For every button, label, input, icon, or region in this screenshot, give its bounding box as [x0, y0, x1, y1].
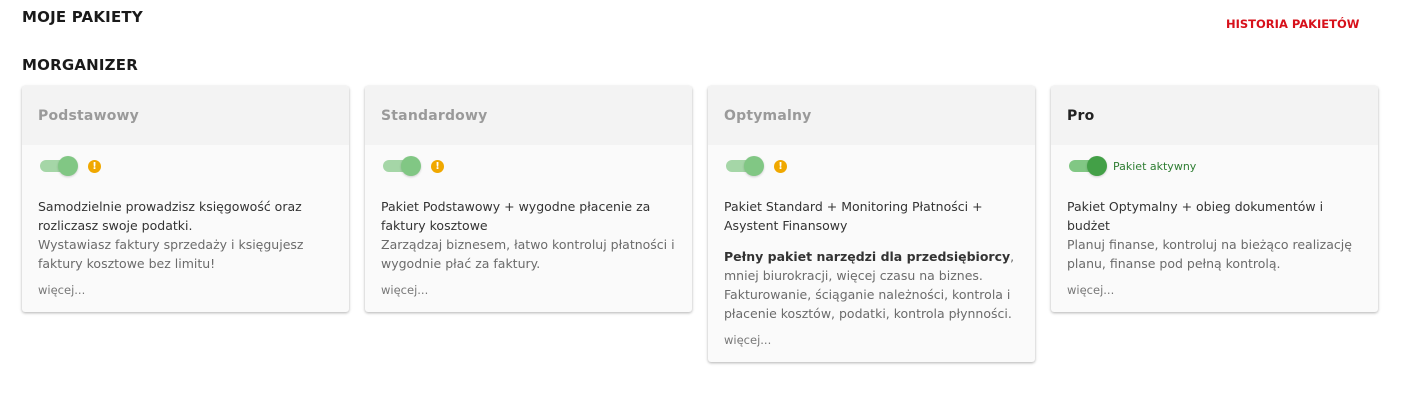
warning-icon[interactable]: ! — [88, 159, 101, 173]
more-link[interactable]: więcej... — [724, 333, 771, 347]
card-description-sub: Planuj finanse, kontroluj na bieżąco rea… — [1067, 237, 1352, 271]
package-toggle[interactable] — [726, 156, 764, 176]
toggle-thumb — [58, 156, 78, 176]
package-toggle[interactable] — [1069, 156, 1107, 176]
card-title: Podstawowy — [22, 86, 349, 145]
package-toggle[interactable] — [383, 156, 421, 176]
section-title: MORGANIZER — [22, 56, 138, 74]
more-link[interactable]: więcej... — [38, 283, 85, 297]
warning-icon[interactable]: ! — [774, 159, 787, 173]
toggle-thumb — [401, 156, 421, 176]
package-card-podstawowy: Podstawowy ! Samodzielnie prowadzisz ksi… — [22, 86, 349, 312]
page-title: MOJE PAKIETY — [22, 8, 143, 26]
more-link[interactable]: więcej... — [1067, 283, 1114, 297]
package-card-standardowy: Standardowy ! Pakiet Podstawowy + wygodn… — [365, 86, 692, 312]
toggle-thumb — [1087, 156, 1107, 176]
card-description-main: Pakiet Optymalny + obieg dokumentów i bu… — [1067, 199, 1324, 233]
card-title: Standardowy — [365, 86, 692, 145]
package-card-optymalny: Optymalny ! Pakiet Standard + Monitoring… — [708, 86, 1035, 362]
card-title: Optymalny — [708, 86, 1035, 145]
card-description-main: Pakiet Standard + Monitoring Płatności +… — [724, 199, 983, 233]
card-description-sub: Zarządzaj biznesem, łatwo kontroluj płat… — [381, 237, 675, 271]
package-toggle[interactable] — [40, 156, 78, 176]
card-description-main: Pakiet Podstawowy + wygodne płacenie za … — [381, 199, 651, 233]
toggle-thumb — [744, 156, 764, 176]
card-description-main: Samodzielnie prowadzisz księgowość oraz … — [38, 199, 302, 233]
history-link[interactable]: HISTORIA PAKIETÓW — [1226, 17, 1359, 31]
more-link[interactable]: więcej... — [381, 283, 428, 297]
card-title: Pro — [1051, 86, 1378, 145]
warning-icon[interactable]: ! — [431, 159, 444, 173]
card-description-sub: Pełny pakiet narzędzi dla przedsiębiorcy… — [724, 247, 1019, 323]
package-card-pro: Pro Pakiet aktywny Pakiet Optymalny + ob… — [1051, 86, 1378, 312]
status-active-label: Pakiet aktywny — [1113, 159, 1197, 173]
card-description-sub: Wystawiasz faktury sprzedaży i księgujes… — [38, 237, 304, 271]
card-description-bold: Pełny pakiet narzędzi dla przedsiębiorcy — [724, 249, 1011, 264]
